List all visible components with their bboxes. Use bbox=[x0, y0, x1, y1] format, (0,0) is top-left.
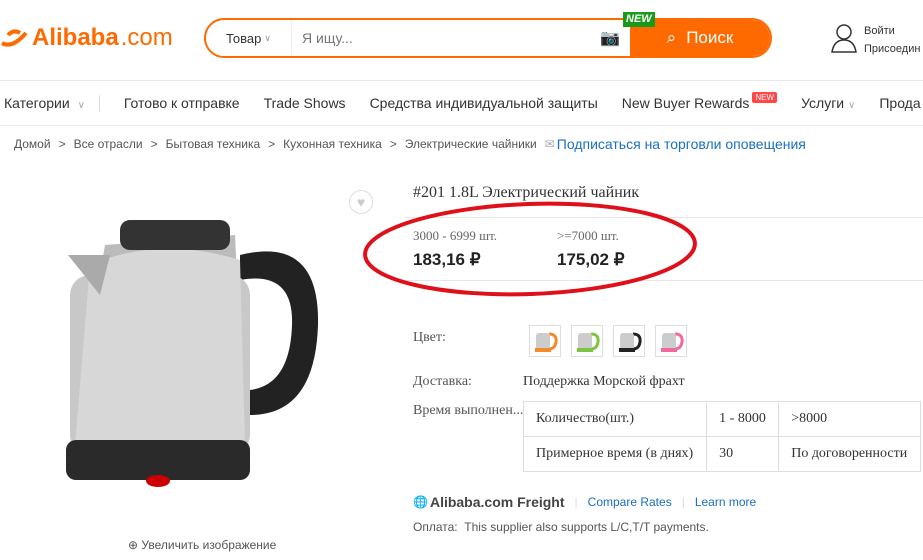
nav-label: Категории bbox=[4, 95, 70, 111]
freight-label: Alibaba.com Freight bbox=[429, 494, 565, 510]
separator: > bbox=[150, 137, 158, 151]
breadcrumb-item[interactable]: Домой bbox=[14, 137, 51, 151]
breadcrumb-item[interactable]: Все отрасли bbox=[74, 137, 143, 151]
lead-time-table: Количество(шт.) 1 - 8000 >8000 Примерное в… bbox=[522, 401, 921, 472]
color-swatch[interactable] bbox=[613, 325, 645, 357]
nav-categories[interactable]: Категории ∨ bbox=[4, 95, 100, 111]
compare-rates-link[interactable]: Compare Rates bbox=[588, 495, 672, 509]
breadcrumb: Домой > Все отрасли > Бытовая техника > Кух… bbox=[14, 136, 806, 152]
separator: > bbox=[58, 137, 66, 151]
nav-services[interactable]: Услуги ∨ bbox=[801, 95, 855, 111]
table-row: Количество(шт.) 1 - 8000 >8000 bbox=[522, 401, 921, 437]
new-badge: NEW bbox=[752, 92, 778, 103]
user-menu[interactable]: Войти Присоедин bbox=[830, 22, 920, 58]
table-row: Примерное время (в днях) 30 По договоренно… bbox=[522, 436, 921, 472]
nav-label: New Buyer Rewards bbox=[621, 95, 750, 111]
category-label: Товар bbox=[226, 30, 262, 46]
kettle-thumbnail-icon bbox=[619, 332, 642, 352]
table-cell: 1 - 8000 bbox=[706, 401, 780, 437]
zoom-label: Увеличить изображение bbox=[141, 538, 277, 552]
mail-icon: ✉ bbox=[544, 137, 555, 151]
search-category-select[interactable]: Товар ∨ bbox=[206, 20, 292, 56]
shipping-value: Поддержка Морской фрахт bbox=[523, 374, 685, 389]
freight-row: 🌐 Alibaba.com Freight | Compare Rates | L… bbox=[413, 494, 756, 510]
red-circle-annotation bbox=[363, 201, 697, 297]
new-badge: NEW bbox=[623, 12, 655, 27]
alibaba-smile-icon bbox=[0, 29, 28, 47]
product-image[interactable] bbox=[60, 215, 330, 495]
search-input[interactable] bbox=[292, 20, 590, 56]
table-cell: По договоренности bbox=[778, 436, 921, 472]
separator: > bbox=[389, 137, 397, 151]
nav-new-buyer-rewards[interactable]: New Buyer Rewards NEW bbox=[621, 92, 778, 111]
zoom-image-link[interactable]: ⊕ Увеличить изображение bbox=[128, 538, 276, 552]
breadcrumb-item[interactable]: Кухонная техника bbox=[283, 137, 382, 151]
color-swatch[interactable] bbox=[529, 325, 561, 357]
table-cell: Количество(шт.) bbox=[522, 401, 708, 437]
kettle-thumbnail-icon bbox=[577, 332, 600, 352]
alibaba-logo[interactable]: Alibaba .com bbox=[0, 24, 173, 52]
table-cell: >8000 bbox=[778, 401, 921, 437]
payment-label: Оплата: bbox=[413, 520, 458, 534]
nav-ppe[interactable]: Средства индивидуальной защиты bbox=[370, 95, 598, 111]
chevron-down-icon: ∨ bbox=[848, 100, 856, 111]
separator: | bbox=[574, 495, 578, 509]
nav-trade-shows[interactable]: Trade Shows bbox=[264, 95, 346, 111]
join-link[interactable]: Присоедин bbox=[864, 40, 920, 58]
globe-icon: 🌐 bbox=[413, 495, 428, 509]
breadcrumb-item[interactable]: Электрические чайники bbox=[405, 137, 537, 151]
shipping-label: Доставка: bbox=[413, 374, 472, 389]
breadcrumb-item[interactable]: Бытовая техника bbox=[166, 137, 261, 151]
logo-suffix: .com bbox=[120, 24, 173, 51]
color-label: Цвет: bbox=[413, 330, 446, 345]
payment-text: This supplier also supports L/C,T/T paym… bbox=[464, 520, 709, 534]
search-button-label: Поиск bbox=[686, 28, 734, 47]
subscribe-link[interactable]: Подписаться на торговли оповещения bbox=[557, 136, 806, 152]
learn-more-link[interactable]: Learn more bbox=[695, 495, 756, 509]
color-swatch[interactable] bbox=[571, 325, 603, 357]
table-cell: Примерное время (в днях) bbox=[522, 436, 708, 472]
color-swatch[interactable] bbox=[655, 325, 687, 357]
kettle-thumbnail-icon bbox=[661, 332, 684, 352]
nav-ready-to-ship[interactable]: Готово к отправке bbox=[124, 95, 240, 111]
user-icon bbox=[831, 24, 857, 53]
lead-time-label: Время выполнен... bbox=[413, 403, 524, 418]
nav-sell[interactable]: Прода bbox=[879, 95, 920, 111]
kettle-thumbnail-icon bbox=[535, 332, 558, 352]
search-bar: Товар∨ 📷 ⌕Поиск bbox=[204, 18, 772, 58]
table-cell: 30 bbox=[706, 436, 780, 472]
color-options bbox=[529, 325, 687, 357]
sign-in-link[interactable]: Войти bbox=[864, 22, 920, 40]
payment-info: Оплата: This supplier also supports L/C,… bbox=[413, 520, 709, 534]
nav-label: Услуги bbox=[801, 95, 845, 111]
zoom-in-icon: ⊕ bbox=[128, 538, 139, 552]
chevron-down-icon: ∨ bbox=[264, 32, 271, 43]
separator: > bbox=[268, 137, 276, 151]
chevron-down-icon: ∨ bbox=[77, 100, 85, 111]
main-nav: Категории ∨ Готово к отправке Trade Show… bbox=[0, 80, 923, 126]
search-icon: ⌕ bbox=[666, 28, 677, 47]
logo-text: Alibaba bbox=[32, 24, 119, 51]
separator: | bbox=[681, 495, 685, 509]
